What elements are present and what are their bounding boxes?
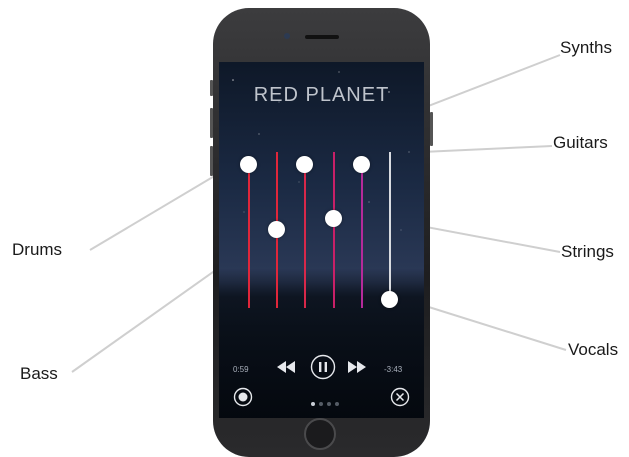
- close-icon[interactable]: [390, 387, 410, 407]
- fader-knob-drums[interactable]: [240, 156, 257, 173]
- pause-icon[interactable]: [310, 354, 336, 380]
- fader-track-synths[interactable]: [304, 162, 306, 308]
- callout-vocals: Vocals: [568, 340, 619, 359]
- fader-track-vocals[interactable]: [389, 152, 391, 298]
- phone-device: RED PLANET 0:59 -3:43: [210, 8, 433, 457]
- record-icon[interactable]: [233, 387, 253, 407]
- callout-bass: Bass: [20, 364, 58, 383]
- track-title: RED PLANET: [253, 84, 390, 106]
- fader-knob-strings[interactable]: [325, 210, 342, 227]
- earpiece-speaker: [305, 35, 339, 39]
- fader-track-guitars[interactable]: [361, 162, 363, 308]
- page-dot[interactable]: [319, 402, 323, 406]
- home-button[interactable]: [304, 418, 336, 450]
- callout-drums: Drums: [12, 240, 63, 259]
- callout-synths: Synths: [560, 38, 612, 57]
- rewind-icon[interactable]: [277, 361, 295, 373]
- app-screen: RED PLANET 0:59 -3:43: [219, 62, 424, 418]
- page-indicator[interactable]: [311, 402, 339, 406]
- page-dot[interactable]: [327, 402, 331, 406]
- mute-switch: [210, 80, 213, 96]
- fader-track-drums[interactable]: [248, 162, 250, 308]
- remaining-time: -3:43: [384, 365, 403, 374]
- fader-knob-synths[interactable]: [296, 156, 313, 173]
- front-camera: [284, 33, 290, 39]
- page-dot[interactable]: [335, 402, 339, 406]
- callout-strings: Strings: [561, 242, 614, 261]
- volume-down-button: [210, 146, 213, 176]
- fader-knob-bass[interactable]: [268, 221, 285, 238]
- fader-knob-vocals[interactable]: [381, 291, 398, 308]
- fader-track-strings[interactable]: [333, 152, 335, 308]
- power-button: [430, 112, 433, 146]
- volume-up-button: [210, 108, 213, 138]
- elapsed-time: 0:59: [233, 365, 249, 374]
- callout-guitars: Guitars: [553, 133, 608, 152]
- fast-forward-icon[interactable]: [348, 361, 366, 373]
- fader-knob-guitars[interactable]: [353, 156, 370, 173]
- page-dot[interactable]: [311, 402, 315, 406]
